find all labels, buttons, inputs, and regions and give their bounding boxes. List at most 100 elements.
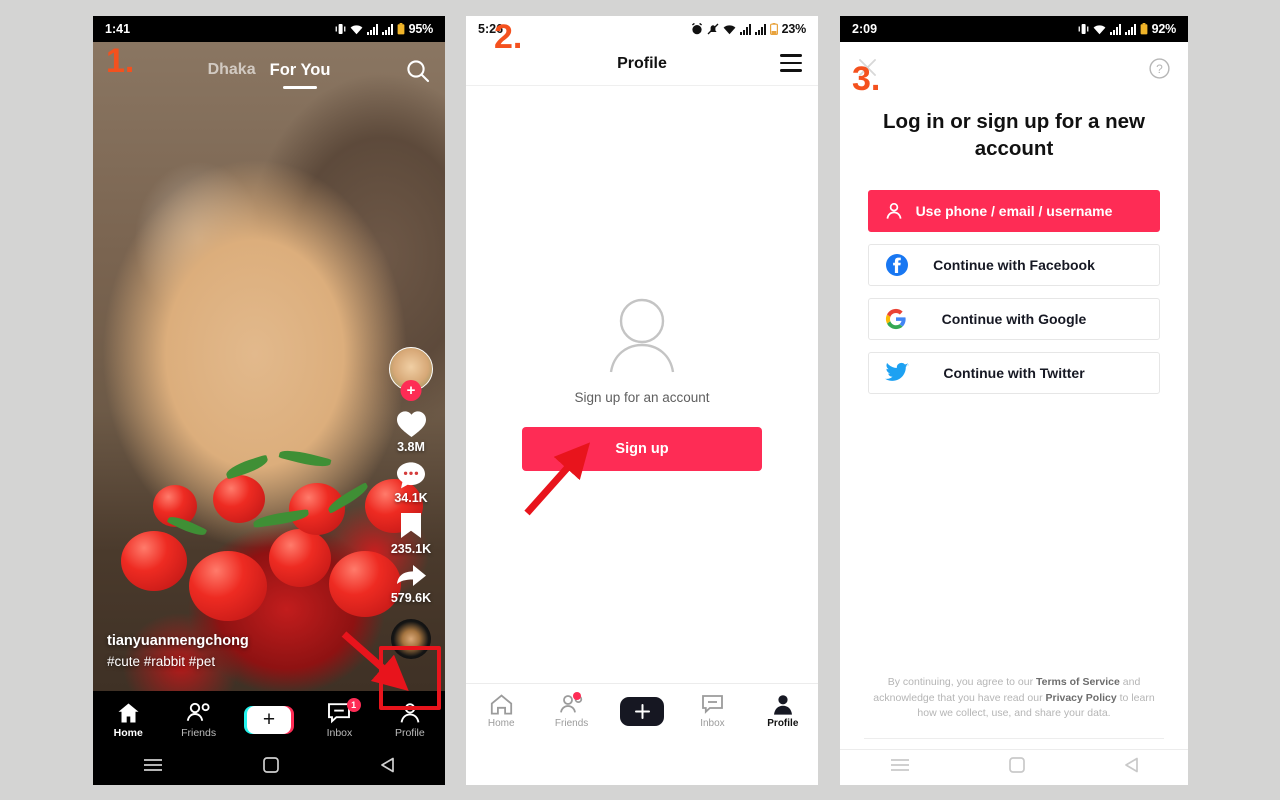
feed-header: Dhaka For You: [93, 42, 445, 98]
battery-percent: 23%: [781, 22, 807, 36]
wifi-icon: [350, 24, 363, 35]
person-placeholder-icon: [609, 298, 675, 373]
menu-icon[interactable]: [890, 758, 910, 777]
login-option-twitter[interactable]: Continue with Twitter: [868, 352, 1160, 395]
battery-icon: [769, 23, 778, 35]
bookmark-count: 235.1K: [390, 542, 432, 556]
author-avatar[interactable]: +: [389, 347, 433, 401]
status-time: 1:41: [105, 22, 131, 36]
tab-inbox-label: Inbox: [326, 726, 353, 739]
sheet-top-bar: ?: [840, 42, 1188, 98]
tab-inbox-label: Inbox: [700, 718, 725, 729]
vibrate-icon: [335, 23, 346, 35]
comment-icon: [396, 462, 425, 489]
tab-friends-label: Friends: [181, 726, 217, 739]
terms-of-service-link[interactable]: Terms of Service: [1036, 676, 1120, 688]
wifi-icon: [1093, 24, 1106, 35]
login-option-facebook[interactable]: Continue with Facebook: [868, 244, 1160, 287]
phone-2-profile-signup: 5:26 23% Profile Sign up for an account …: [466, 16, 818, 785]
bookmark-icon: [401, 513, 421, 538]
signal-bars-icon-2: [381, 23, 393, 35]
google-icon: [885, 308, 907, 330]
action-rail: + 3.8M 34.1K 235.1K 579.6K: [383, 347, 439, 659]
like-action[interactable]: 3.8M: [395, 409, 428, 454]
login-option-label: Continue with Facebook: [933, 257, 1095, 274]
video-hashtags[interactable]: #cute #rabbit #pet: [107, 654, 249, 669]
back-triangle-icon[interactable]: [1124, 757, 1139, 778]
screenshot-canvas: 1:41 95% Dhaka For You + 3.8M 34.1K 235.…: [0, 0, 1280, 800]
battery-percent: 95%: [408, 22, 434, 36]
signal-bars-icon-1: [739, 23, 751, 35]
create-icon: +: [244, 706, 295, 734]
status-bar: 1:41 95%: [93, 16, 445, 42]
login-option-label: Continue with Twitter: [943, 365, 1085, 382]
pointer-arrow-to-signup-button: [524, 442, 591, 516]
help-circle-icon[interactable]: ?: [1149, 58, 1170, 84]
legal-line1-pre: By continuing, you agree to our: [887, 676, 1036, 689]
signal-bars-icon-1: [1109, 23, 1121, 35]
tab-friends-label: Friends: [554, 718, 589, 729]
share-arrow-icon: [396, 565, 426, 586]
friends-dot-badge: [572, 692, 581, 700]
tab-friends[interactable]: Friends: [163, 702, 233, 739]
android-nav-bar: [93, 749, 445, 785]
tab-profile-label: Profile: [394, 726, 425, 739]
tab-city[interactable]: Dhaka: [208, 61, 256, 79]
search-icon[interactable]: [405, 58, 431, 89]
sheet-title: Log in or sign up for a new account: [883, 110, 1145, 161]
legal-disclaimer: By continuing, you agree to our Terms of…: [868, 675, 1160, 721]
home-square-icon[interactable]: [1008, 757, 1025, 778]
step-marker-1: 1.: [106, 42, 135, 80]
tab-profile-label: Profile: [767, 718, 799, 729]
tab-profile[interactable]: Profile: [748, 694, 818, 729]
signal-bars-icon-2: [754, 23, 766, 35]
back-triangle-icon[interactable]: [380, 757, 395, 778]
tab-friends[interactable]: Friends: [536, 692, 606, 729]
tab-for-you[interactable]: For You: [270, 61, 331, 80]
menu-icon[interactable]: [143, 758, 163, 777]
share-count: 579.6K: [390, 591, 432, 605]
battery-icon: [397, 23, 405, 35]
page-title: Profile: [617, 54, 667, 72]
profile-empty-state: Sign up for an account Sign up Home Frie…: [466, 86, 818, 739]
share-action[interactable]: 579.6K: [391, 562, 431, 605]
legal-line1-post: and: [1119, 676, 1141, 689]
home-square-icon[interactable]: [263, 756, 280, 778]
mute-bell-icon: [707, 23, 719, 35]
tab-create[interactable]: [607, 697, 677, 726]
follow-plus-icon[interactable]: +: [400, 380, 422, 401]
tab-inbox[interactable]: Inbox: [677, 694, 747, 729]
tab-create[interactable]: +: [234, 706, 304, 734]
login-option-label: Continue with Google: [941, 311, 1087, 328]
bottom-tabbar: Home Friends Inbox Profile: [466, 683, 818, 739]
hamburger-icon[interactable]: [780, 54, 802, 72]
vibrate-icon: [1078, 23, 1089, 35]
bookmark-action[interactable]: 235.1K: [391, 511, 431, 556]
login-option-phone-email-username[interactable]: Use phone / email / username: [868, 190, 1160, 233]
tab-home[interactable]: Home: [466, 694, 536, 729]
author-username[interactable]: tianyuanmengchong: [107, 633, 249, 649]
alarm-icon: [691, 23, 703, 35]
status-bar: 2:09 92%: [840, 16, 1188, 42]
login-options-list: Use phone / email / username Continue wi…: [868, 190, 1160, 395]
video-caption: tianyuanmengchong #cute #rabbit #pet: [107, 633, 249, 669]
create-icon: [616, 697, 668, 726]
step-marker-2: 2.: [494, 18, 523, 56]
login-option-google[interactable]: Continue with Google: [868, 298, 1160, 341]
privacy-policy-link[interactable]: Privacy Policy: [1046, 692, 1117, 704]
android-nav-bar: [840, 749, 1188, 785]
home-icon: [118, 703, 139, 722]
facebook-icon: [885, 253, 909, 277]
comment-action[interactable]: 34.1K: [394, 460, 428, 505]
tab-home[interactable]: Home: [93, 702, 163, 739]
step-marker-3: 3.: [852, 60, 881, 98]
home-icon: [490, 694, 512, 715]
pointer-arrow-to-profile-tab: [341, 631, 409, 691]
wifi-icon: [723, 24, 736, 35]
legal-line2-post: to: [1116, 691, 1129, 704]
twitter-icon: [885, 362, 909, 384]
tab-home-label: Home: [113, 726, 143, 739]
tab-home-label: Home: [487, 718, 515, 729]
comment-count: 34.1K: [394, 491, 428, 505]
like-count: 3.8M: [397, 440, 425, 454]
